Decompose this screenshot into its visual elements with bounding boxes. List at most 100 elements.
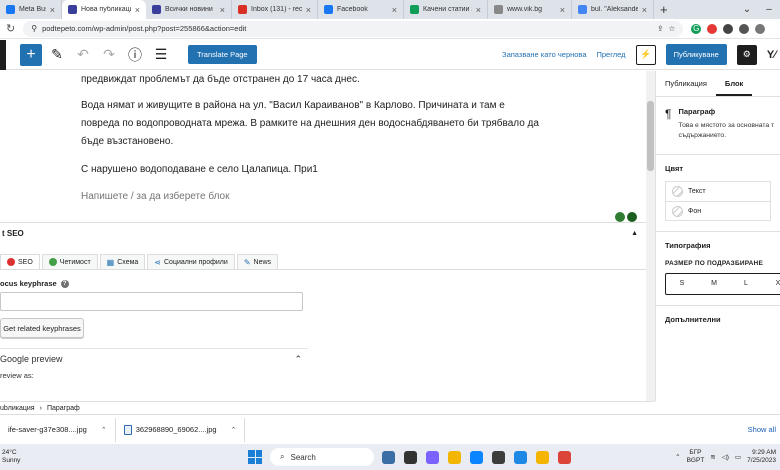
tab-readability[interactable]: Четимост	[41, 254, 98, 269]
download-item[interactable]: 362968890_69062....jpg ⌃	[116, 417, 246, 442]
advanced-section[interactable]: Допълнителни	[656, 306, 780, 332]
profile-icon[interactable]	[755, 23, 766, 34]
tab-seo[interactable]: SEO	[0, 254, 40, 269]
chevron-up-icon[interactable]: ⌃	[675, 453, 680, 461]
browser-tab-sheets[interactable]: Качени статии з ×	[404, 0, 488, 19]
google-preview-header[interactable]: Google preview ⌃	[0, 349, 308, 369]
tab-social[interactable]: ⋖ Социални профили	[147, 254, 235, 269]
focus-keyphrase-input[interactable]	[0, 292, 303, 311]
seo-panel-header[interactable]: t SEO ▲	[0, 223, 646, 243]
editor-scrollbar[interactable]	[646, 71, 655, 401]
bing-icon[interactable]	[382, 450, 395, 464]
url-field[interactable]: ⚲ podtepeto.com/wp-admin/post.php?post=2…	[23, 20, 684, 37]
breadcrumb-paragraph[interactable]: Параграф	[47, 405, 80, 412]
word-icon[interactable]	[514, 450, 527, 464]
pencil-icon[interactable]: ✎	[46, 44, 68, 66]
editor-canvas[interactable]: предвиждат проблемът да бъде отстранен д…	[0, 71, 646, 221]
jetpack-icon[interactable]: ⚡	[635, 44, 656, 65]
share-icon[interactable]: ⇪	[657, 24, 663, 33]
redo-icon[interactable]: ↷	[98, 44, 120, 66]
help-icon[interactable]: ?	[60, 279, 69, 288]
weather-widget[interactable]: 24°C Sunny	[0, 449, 120, 465]
taskbar-search[interactable]: ⌕ Search	[270, 448, 374, 466]
background-color-option[interactable]: Фон	[665, 201, 771, 221]
site-info-icon[interactable]: ⚲	[31, 24, 37, 33]
grammarly-icon[interactable]: G	[691, 23, 702, 34]
preview-button[interactable]: Преглед	[597, 50, 626, 59]
chevron-up-icon[interactable]: ⌃	[101, 426, 107, 434]
settings-gear-icon[interactable]: ⚙	[736, 44, 757, 65]
tab-news[interactable]: ✎ News	[236, 254, 279, 269]
related-keyphrases-button[interactable]: Get related keyphrases	[0, 318, 84, 338]
close-icon[interactable]: ×	[392, 5, 397, 15]
download-item[interactable]: ife-saver-g37e308....jpg ⌃	[0, 417, 116, 442]
volume-icon[interactable]: ◁)	[722, 453, 729, 461]
paragraph-block[interactable]: предвиждат проблемът да бъде отстранен д…	[81, 71, 541, 89]
windows-start-icon[interactable]	[248, 450, 262, 464]
file-explorer-icon[interactable]	[448, 450, 461, 464]
translate-page-button[interactable]: Translate Page	[188, 45, 257, 64]
minimize-icon[interactable]: –	[758, 4, 780, 15]
edge-icon[interactable]	[470, 450, 483, 464]
size-l[interactable]: L	[730, 274, 762, 294]
tab-search-icon[interactable]: ⌄	[736, 4, 758, 15]
browser-tab-all-news[interactable]: Всички новини ×	[146, 0, 232, 19]
wp-logo[interactable]	[0, 39, 6, 70]
yoast-icon[interactable]: Y⁄	[767, 49, 776, 61]
color-title: Цвят	[665, 163, 684, 173]
browser-tab-vik[interactable]: www.vik.bg ×	[488, 0, 572, 19]
reload-icon[interactable]: ↻	[6, 22, 15, 35]
close-icon[interactable]: ×	[135, 5, 140, 15]
browser-tab-facebook[interactable]: Facebook ×	[318, 0, 404, 19]
chevron-up-icon[interactable]: ▲	[631, 230, 638, 237]
paragraph-block[interactable]: Вода нямат и живущите в района на ул. "В…	[81, 97, 541, 151]
block-placeholder[interactable]: Напишете / за да изберете блок	[81, 188, 541, 206]
check-badge-icon[interactable]	[627, 212, 637, 222]
grammarly-badge-icon[interactable]	[615, 212, 625, 222]
show-all-downloads[interactable]: Show all	[748, 425, 780, 434]
abp-icon[interactable]	[707, 23, 718, 34]
browser-tab-maps[interactable]: bul. "Aleksander ×	[572, 0, 654, 19]
battery-icon[interactable]: ▭	[735, 453, 741, 461]
breadcrumb-post[interactable]: ubликация	[0, 405, 35, 412]
puzzle-icon[interactable]	[739, 23, 750, 34]
list-view-icon[interactable]: ☰	[150, 44, 172, 66]
close-icon[interactable]: ×	[306, 5, 311, 15]
teams-icon[interactable]	[426, 450, 439, 464]
clock[interactable]: 9:29 AM 7/25/2023	[747, 449, 776, 465]
browser-tab-meta[interactable]: Meta Business Su ×	[0, 0, 62, 19]
chevron-up-icon[interactable]: ⌃	[294, 354, 302, 365]
browser-tab-inbox[interactable]: Inbox (131) - rec ×	[232, 0, 318, 19]
tab-block[interactable]: Блок	[716, 71, 752, 96]
size-s[interactable]: S	[666, 274, 698, 294]
chrome-icon[interactable]	[558, 450, 571, 464]
extension-icon[interactable]	[723, 23, 734, 34]
new-tab-button[interactable]: +	[654, 0, 674, 19]
language-indicator[interactable]: БГР BGPT	[687, 449, 705, 465]
chevron-up-icon[interactable]: ⌃	[231, 426, 237, 434]
close-icon[interactable]: ×	[476, 5, 481, 15]
color-section: Цвят Текст Фон	[656, 155, 780, 232]
browser-tab-new-post[interactable]: Нова публикация ×	[62, 0, 146, 19]
close-icon[interactable]: ×	[50, 5, 55, 15]
wifi-icon[interactable]: ≋	[710, 453, 715, 461]
close-icon[interactable]: ×	[560, 5, 565, 15]
save-draft-button[interactable]: Запазване като чернова	[502, 50, 586, 59]
bookmark-star-icon[interactable]: ☆	[668, 24, 675, 33]
info-icon[interactable]: ⓘ	[124, 44, 146, 66]
photos-icon[interactable]	[536, 450, 549, 464]
tab-schema[interactable]: ▦ Схема	[99, 254, 146, 269]
scrollbar-thumb[interactable]	[647, 101, 654, 171]
undo-icon[interactable]: ↶	[72, 44, 94, 66]
publish-button[interactable]: Публикуване	[665, 44, 727, 65]
task-view-icon[interactable]	[404, 450, 417, 464]
tab-post[interactable]: Публикация	[656, 71, 716, 96]
size-xl[interactable]: X	[762, 274, 780, 294]
text-color-option[interactable]: Текст	[665, 181, 771, 201]
close-icon[interactable]: ×	[642, 5, 647, 15]
store-icon[interactable]	[492, 450, 505, 464]
close-icon[interactable]: ×	[220, 5, 225, 15]
paragraph-block[interactable]: С нарушено водоподаване е село Цалапица.…	[81, 161, 541, 179]
add-block-icon[interactable]: +	[20, 43, 42, 66]
size-m[interactable]: M	[698, 274, 730, 294]
